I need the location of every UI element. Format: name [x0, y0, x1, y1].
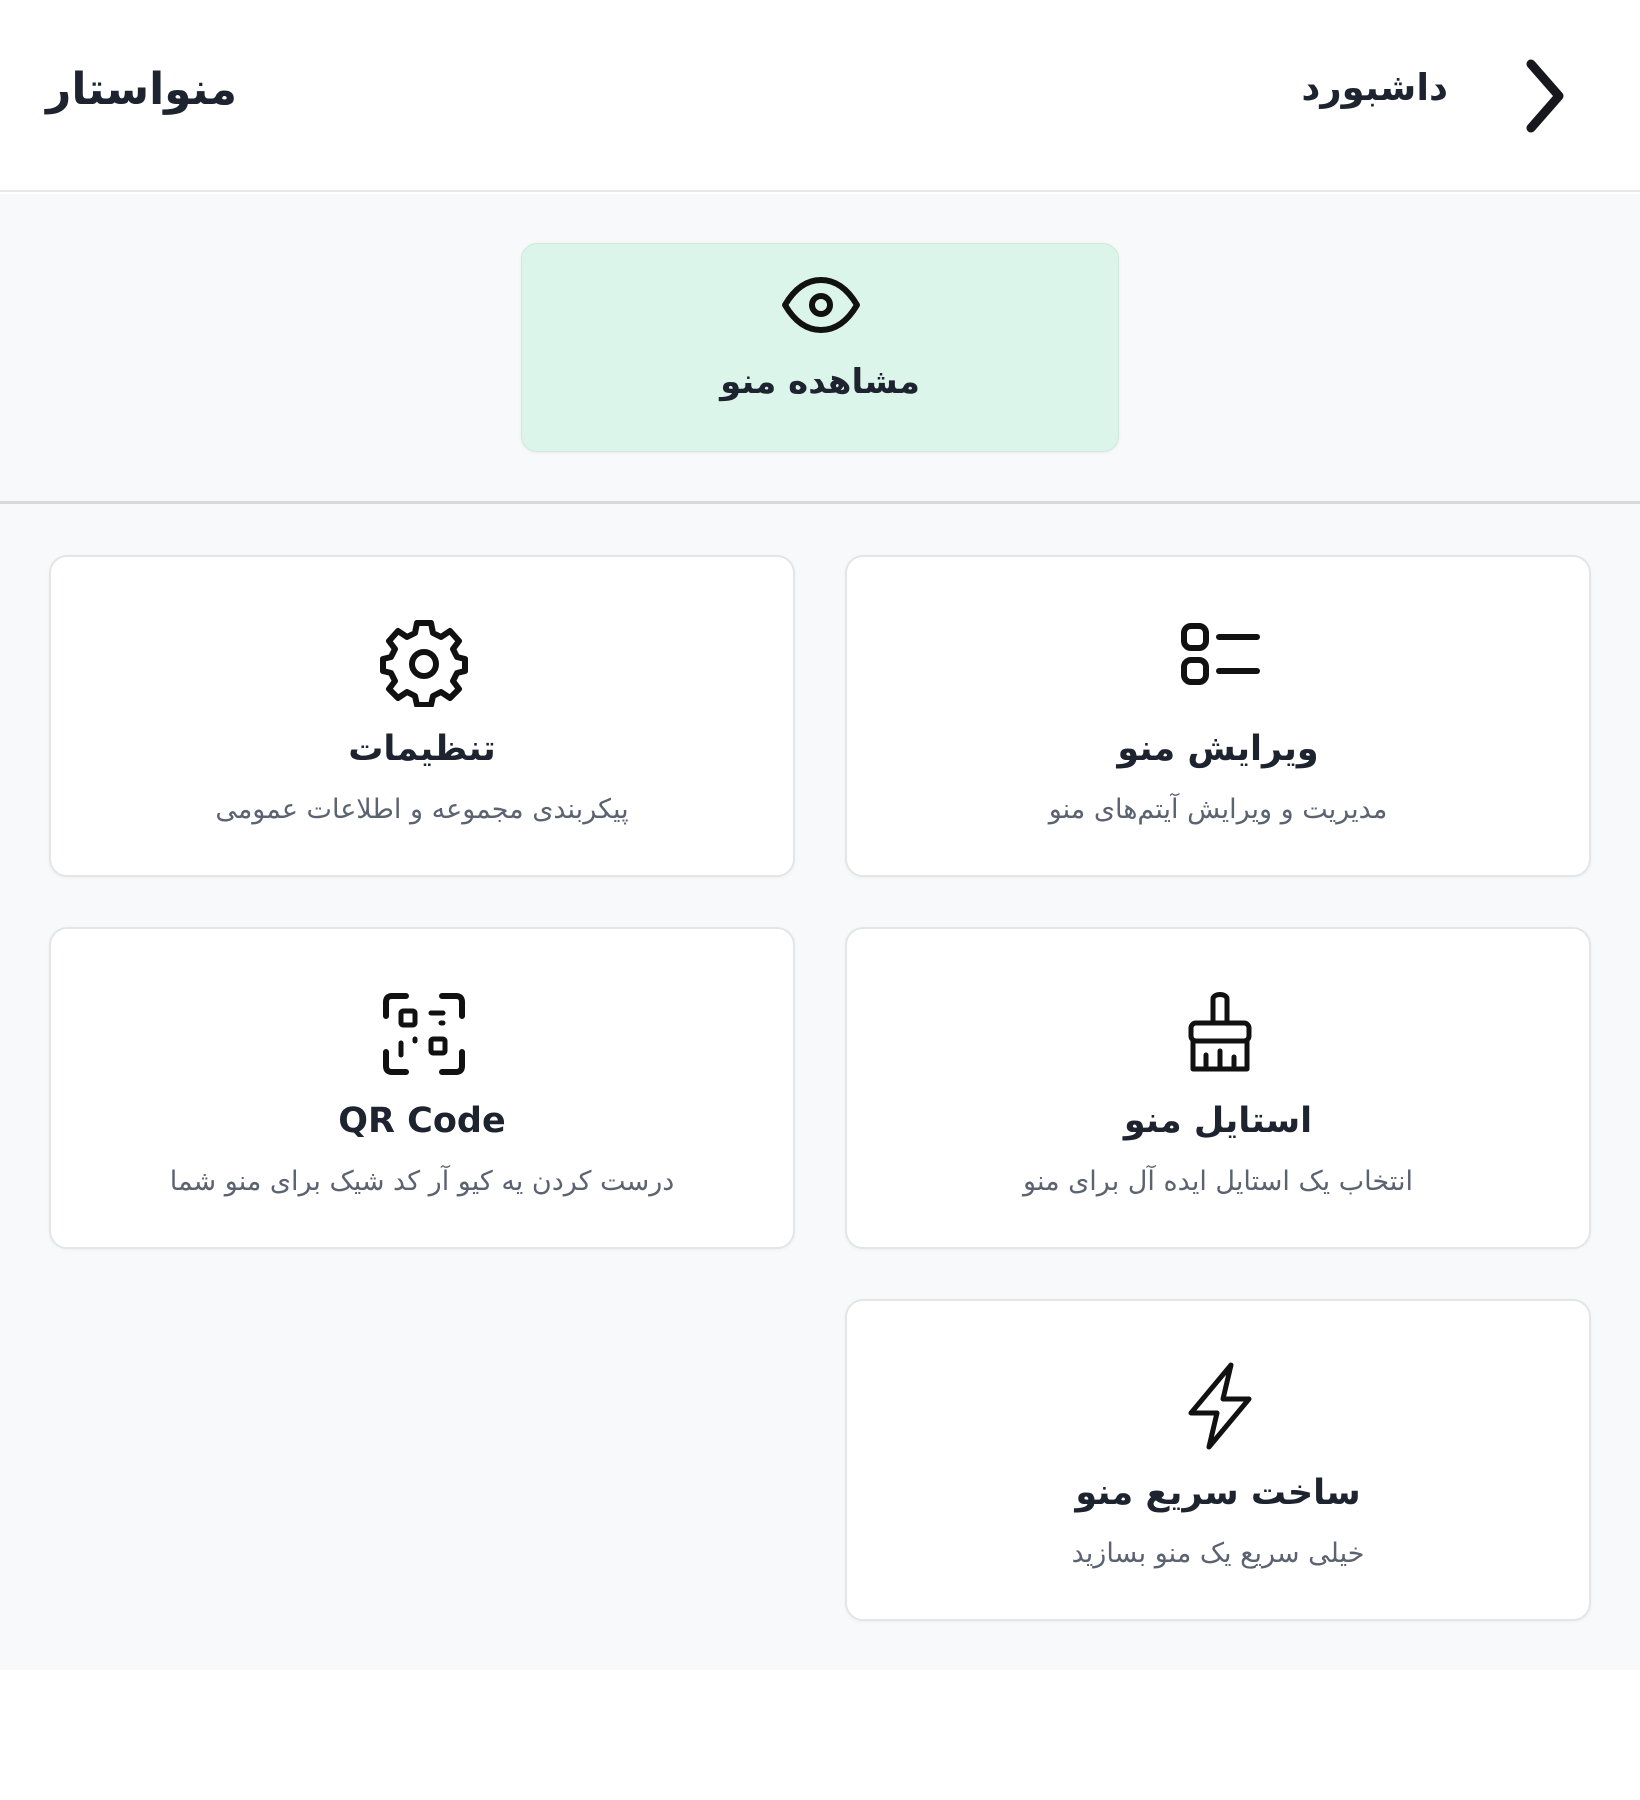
gear-icon: [379, 617, 469, 707]
settings-description: پیکربندی مجموعه و اطلاعات عمومی: [215, 794, 629, 825]
qr-code-description: درست کردن یه کیو آر کد شیک برای منو شما: [169, 1166, 675, 1197]
view-menu-label: مشاهده منو: [720, 362, 920, 402]
view-menu-section: مشاهده منو: [0, 194, 1640, 504]
list-icon: [1175, 617, 1265, 707]
back-button[interactable]: [1510, 48, 1580, 144]
view-menu-button[interactable]: مشاهده منو: [521, 243, 1119, 452]
menu-style-title: استایل منو: [1123, 1101, 1313, 1141]
brand-name: منواستار: [46, 64, 237, 115]
brush-icon: [1175, 989, 1265, 1079]
dashboard-label[interactable]: داشبورد: [1301, 66, 1448, 109]
eye-icon: [781, 274, 861, 336]
quick-build-card[interactable]: ساخت سریع منو خیلی سریع یک منو بسازید: [845, 1299, 1591, 1621]
lightning-icon: [1175, 1361, 1265, 1451]
chevron-right-icon: [1526, 59, 1564, 133]
top-header: منواستار داشبورد: [0, 0, 1640, 192]
qr-code-title: QR Code: [338, 1101, 506, 1141]
menu-style-description: انتخاب یک استایل ایده آل برای منو: [1023, 1166, 1413, 1197]
menu-style-card[interactable]: استایل منو انتخاب یک استایل ایده آل برای…: [845, 927, 1591, 1249]
edit-menu-card[interactable]: ویرایش منو مدیریت و ویرایش آیتم‌های منو: [845, 555, 1591, 877]
edit-menu-title: ویرایش منو: [1117, 729, 1319, 769]
quick-build-title: ساخت سریع منو: [1075, 1473, 1361, 1513]
settings-title: تنظیمات: [348, 729, 496, 769]
qr-code-card[interactable]: QR Code درست کردن یه کیو آر کد شیک برای …: [49, 927, 795, 1249]
main-content: مشاهده منو ویرایش منو مدیریت و ویرایش آی…: [0, 194, 1640, 1670]
quick-build-description: خیلی سریع یک منو بسازید: [1071, 1538, 1365, 1569]
settings-card[interactable]: تنظیمات پیکربندی مجموعه و اطلاعات عمومی: [49, 555, 795, 877]
qr-code-icon: [379, 989, 469, 1079]
edit-menu-description: مدیریت و ویرایش آیتم‌های منو: [1048, 794, 1388, 825]
